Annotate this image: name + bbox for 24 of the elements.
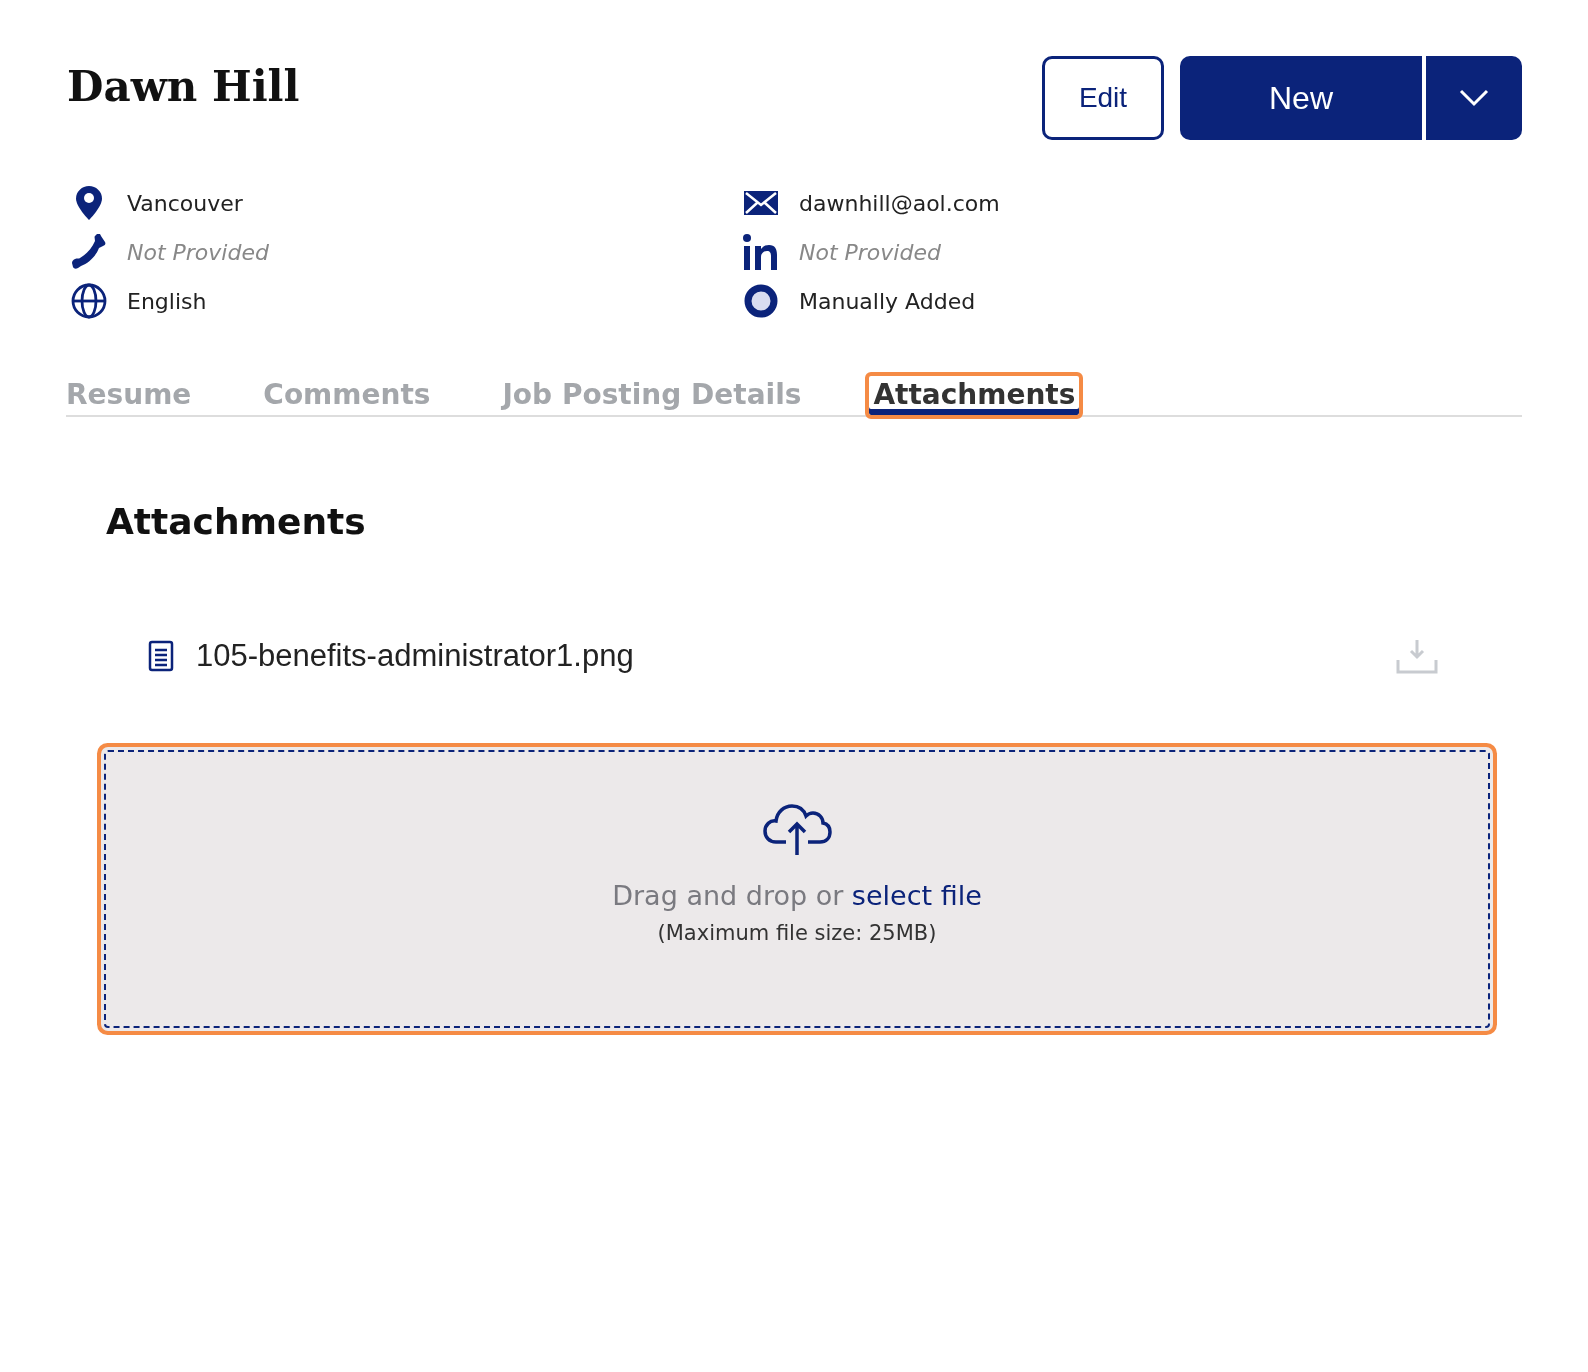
new-button[interactable]: New (1180, 56, 1422, 140)
dropdown-button[interactable] (1426, 56, 1522, 140)
detail-text: Vancouver (127, 190, 243, 216)
tab[interactable]: Attachments (865, 372, 1084, 419)
candidate-name: Dawn Hill (67, 62, 300, 111)
edit-button[interactable]: Edit (1042, 56, 1164, 140)
linkedin-icon (743, 233, 779, 271)
file-name: 105-benefits-administrator1.png (196, 638, 635, 674)
chevron-down-icon (1459, 89, 1489, 107)
globe-icon (71, 283, 107, 319)
ring-icon (744, 284, 778, 318)
detail-text: Manually Added (799, 288, 976, 314)
file-size-note: (Maximum file size: 25MB) (657, 921, 937, 945)
section-title: Attachments (106, 501, 367, 542)
drop-instruction: Drag and drop or select file (612, 880, 982, 911)
phone-icon (71, 234, 107, 270)
select-file-link[interactable]: select file (851, 880, 982, 911)
detail-text: Not Provided (799, 239, 941, 265)
envelope-icon (743, 190, 779, 216)
map-pin-icon (75, 185, 103, 221)
detail-text: English (127, 288, 207, 314)
detail-text: Not Provided (127, 239, 269, 265)
detail-text: dawnhill@aol.com (799, 190, 1000, 216)
document-icon (148, 640, 174, 672)
